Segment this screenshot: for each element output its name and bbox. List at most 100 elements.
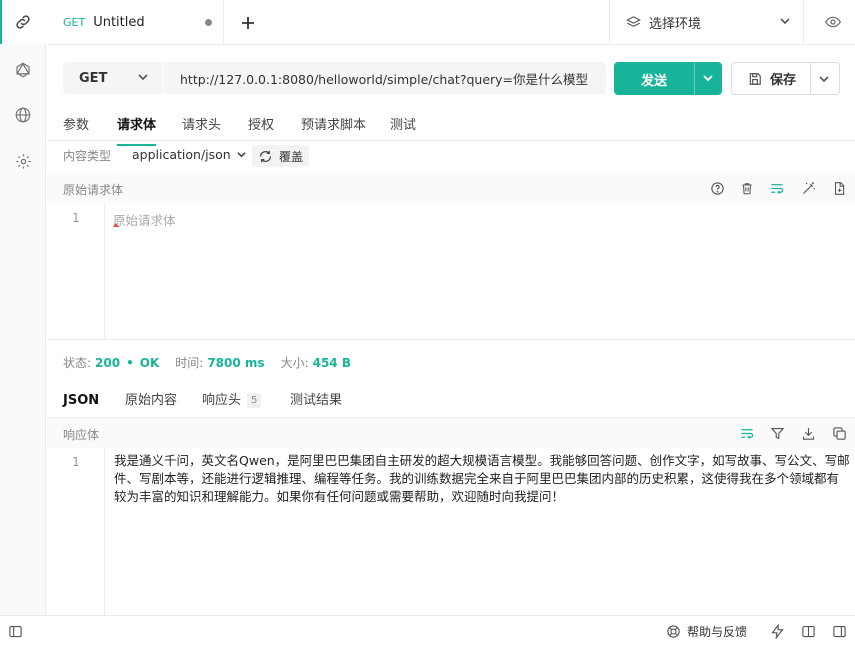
unsaved-dot-icon[interactable] <box>205 19 212 26</box>
editor-gutter: 1 <box>47 448 105 615</box>
override-label: 覆盖 <box>279 149 304 164</box>
prettify-button[interactable] <box>799 179 817 197</box>
line-number: 1 <box>72 211 80 225</box>
wrap-lines-button[interactable] <box>768 179 786 197</box>
response-body-text[interactable]: 我是通义千问，英文名Qwen，是阿里巴巴集团自主研发的超大规模语言模型。我能够回… <box>114 452 850 506</box>
response-headers-count-badge: 5 <box>247 393 262 408</box>
toggle-right-panel-button[interactable] <box>832 624 847 643</box>
sidebar-toggle-icon <box>9 625 22 638</box>
help-feedback-button[interactable]: 帮助与反馈 <box>666 623 747 640</box>
save-icon <box>749 72 761 85</box>
tab-response-json[interactable]: JSON <box>63 389 100 421</box>
time-label: 时间: <box>175 356 204 370</box>
left-rail <box>0 0 46 615</box>
method-select[interactable]: GET <box>63 62 163 94</box>
environment-label: 选择环境 <box>649 17 702 32</box>
help-button[interactable] <box>708 179 726 197</box>
lifebuoy-icon <box>667 625 680 638</box>
time-value: 7800 ms <box>207 355 265 370</box>
save-options-chevron-icon[interactable] <box>818 73 830 85</box>
content-type-select[interactable]: application/json <box>132 147 247 162</box>
section-divider <box>47 339 855 340</box>
response-status-bar: 状态: 200 • OK 时间: 7800 ms 大小: 454 B <box>63 354 351 371</box>
send-button[interactable]: 发送 <box>614 62 722 95</box>
rail-item-settings[interactable] <box>0 139 46 183</box>
trash-icon <box>742 182 752 194</box>
lightning-icon <box>771 623 784 640</box>
link-icon <box>16 15 30 29</box>
response-headers-label: 响应头 <box>202 393 242 408</box>
eye-icon <box>824 16 842 28</box>
file-plus-icon <box>834 181 845 195</box>
download-icon <box>802 427 814 440</box>
status-dot-separator: • <box>126 355 134 370</box>
sidebar-right-icon <box>833 625 846 638</box>
content-type-label: 内容类型 <box>63 149 112 163</box>
refresh-icon <box>259 150 272 162</box>
globe-icon <box>15 107 31 123</box>
split-layout-button[interactable] <box>801 624 816 643</box>
environment-view-button[interactable] <box>824 14 842 34</box>
help-circle-icon <box>710 181 724 195</box>
copy-icon <box>832 426 846 440</box>
save-button[interactable]: 保存 <box>731 62 840 95</box>
help-feedback-label: 帮助与反馈 <box>687 625 748 639</box>
toggle-sidebar-button[interactable] <box>8 624 23 643</box>
response-filter-button[interactable] <box>768 424 786 442</box>
graphql-icon <box>15 62 31 78</box>
status-label: 状态: <box>63 356 92 370</box>
environment-selector[interactable]: 选择环境 <box>609 0 804 45</box>
raw-body-header: 原始请求体 <box>47 173 855 203</box>
override-button[interactable]: 覆盖 <box>252 145 310 167</box>
wrap-lines-icon <box>741 428 754 439</box>
send-divider <box>694 62 695 95</box>
import-file-button[interactable] <box>830 179 848 197</box>
tab-response-raw[interactable]: 原始内容 <box>125 389 177 419</box>
chevron-down-icon <box>138 74 148 81</box>
magic-wand-icon <box>802 181 815 194</box>
response-section-tabs: JSON 原始内容 响应头 5 测试结果 <box>47 389 855 421</box>
request-tab[interactable]: GET Untitled <box>47 0 224 45</box>
editor-gutter: 1 <box>47 203 105 339</box>
tabs-divider <box>47 140 855 141</box>
rail-item-globe[interactable] <box>0 93 46 137</box>
save-divider <box>810 63 811 94</box>
request-tab-method: GET <box>63 16 86 29</box>
status-footer: 帮助与反馈 <box>0 615 855 647</box>
raw-body-placeholder: 原始请求体 <box>113 213 176 228</box>
raw-body-editor[interactable]: 1 原始请求体 <box>47 203 855 339</box>
gear-icon <box>15 153 31 169</box>
save-label: 保存 <box>770 73 797 88</box>
send-label: 发送 <box>641 74 668 89</box>
content-type-value: application/json <box>132 147 231 162</box>
request-tab-title: Untitled <box>93 15 145 30</box>
filter-icon <box>770 427 784 439</box>
shortcuts-button[interactable] <box>770 623 785 643</box>
response-copy-button[interactable] <box>830 424 848 442</box>
line-number: 1 <box>72 455 80 469</box>
status-code: 200 <box>95 355 121 370</box>
new-tab-button[interactable] <box>237 12 259 34</box>
clear-body-button[interactable] <box>738 179 756 197</box>
columns-icon <box>802 625 815 638</box>
request-tabbar: GET Untitled 选择环境 <box>47 0 855 45</box>
chevron-down-icon <box>237 152 246 158</box>
layers-icon <box>626 16 641 27</box>
plus-icon <box>242 17 254 29</box>
chevron-down-icon <box>780 18 790 25</box>
response-download-button[interactable] <box>799 424 817 442</box>
response-wrap-button[interactable] <box>738 424 756 442</box>
send-options-chevron-icon[interactable] <box>702 72 714 84</box>
rail-item-requests[interactable] <box>0 0 46 44</box>
response-body-header: 响应体 <box>47 418 855 448</box>
response-body-title: 响应体 <box>63 428 100 442</box>
raw-body-title: 原始请求体 <box>63 183 124 197</box>
size-label: 大小: <box>280 356 309 370</box>
tab-response-headers[interactable]: 响应头 5 <box>202 389 262 419</box>
cursor-marker <box>113 223 119 227</box>
rail-item-realtime[interactable] <box>0 48 46 92</box>
wrap-lines-icon <box>771 183 784 194</box>
url-input[interactable]: http://127.0.0.1:8080/helloworld/simple/… <box>164 62 606 94</box>
tab-response-tests[interactable]: 测试结果 <box>290 389 342 419</box>
status-text: OK <box>139 355 160 370</box>
